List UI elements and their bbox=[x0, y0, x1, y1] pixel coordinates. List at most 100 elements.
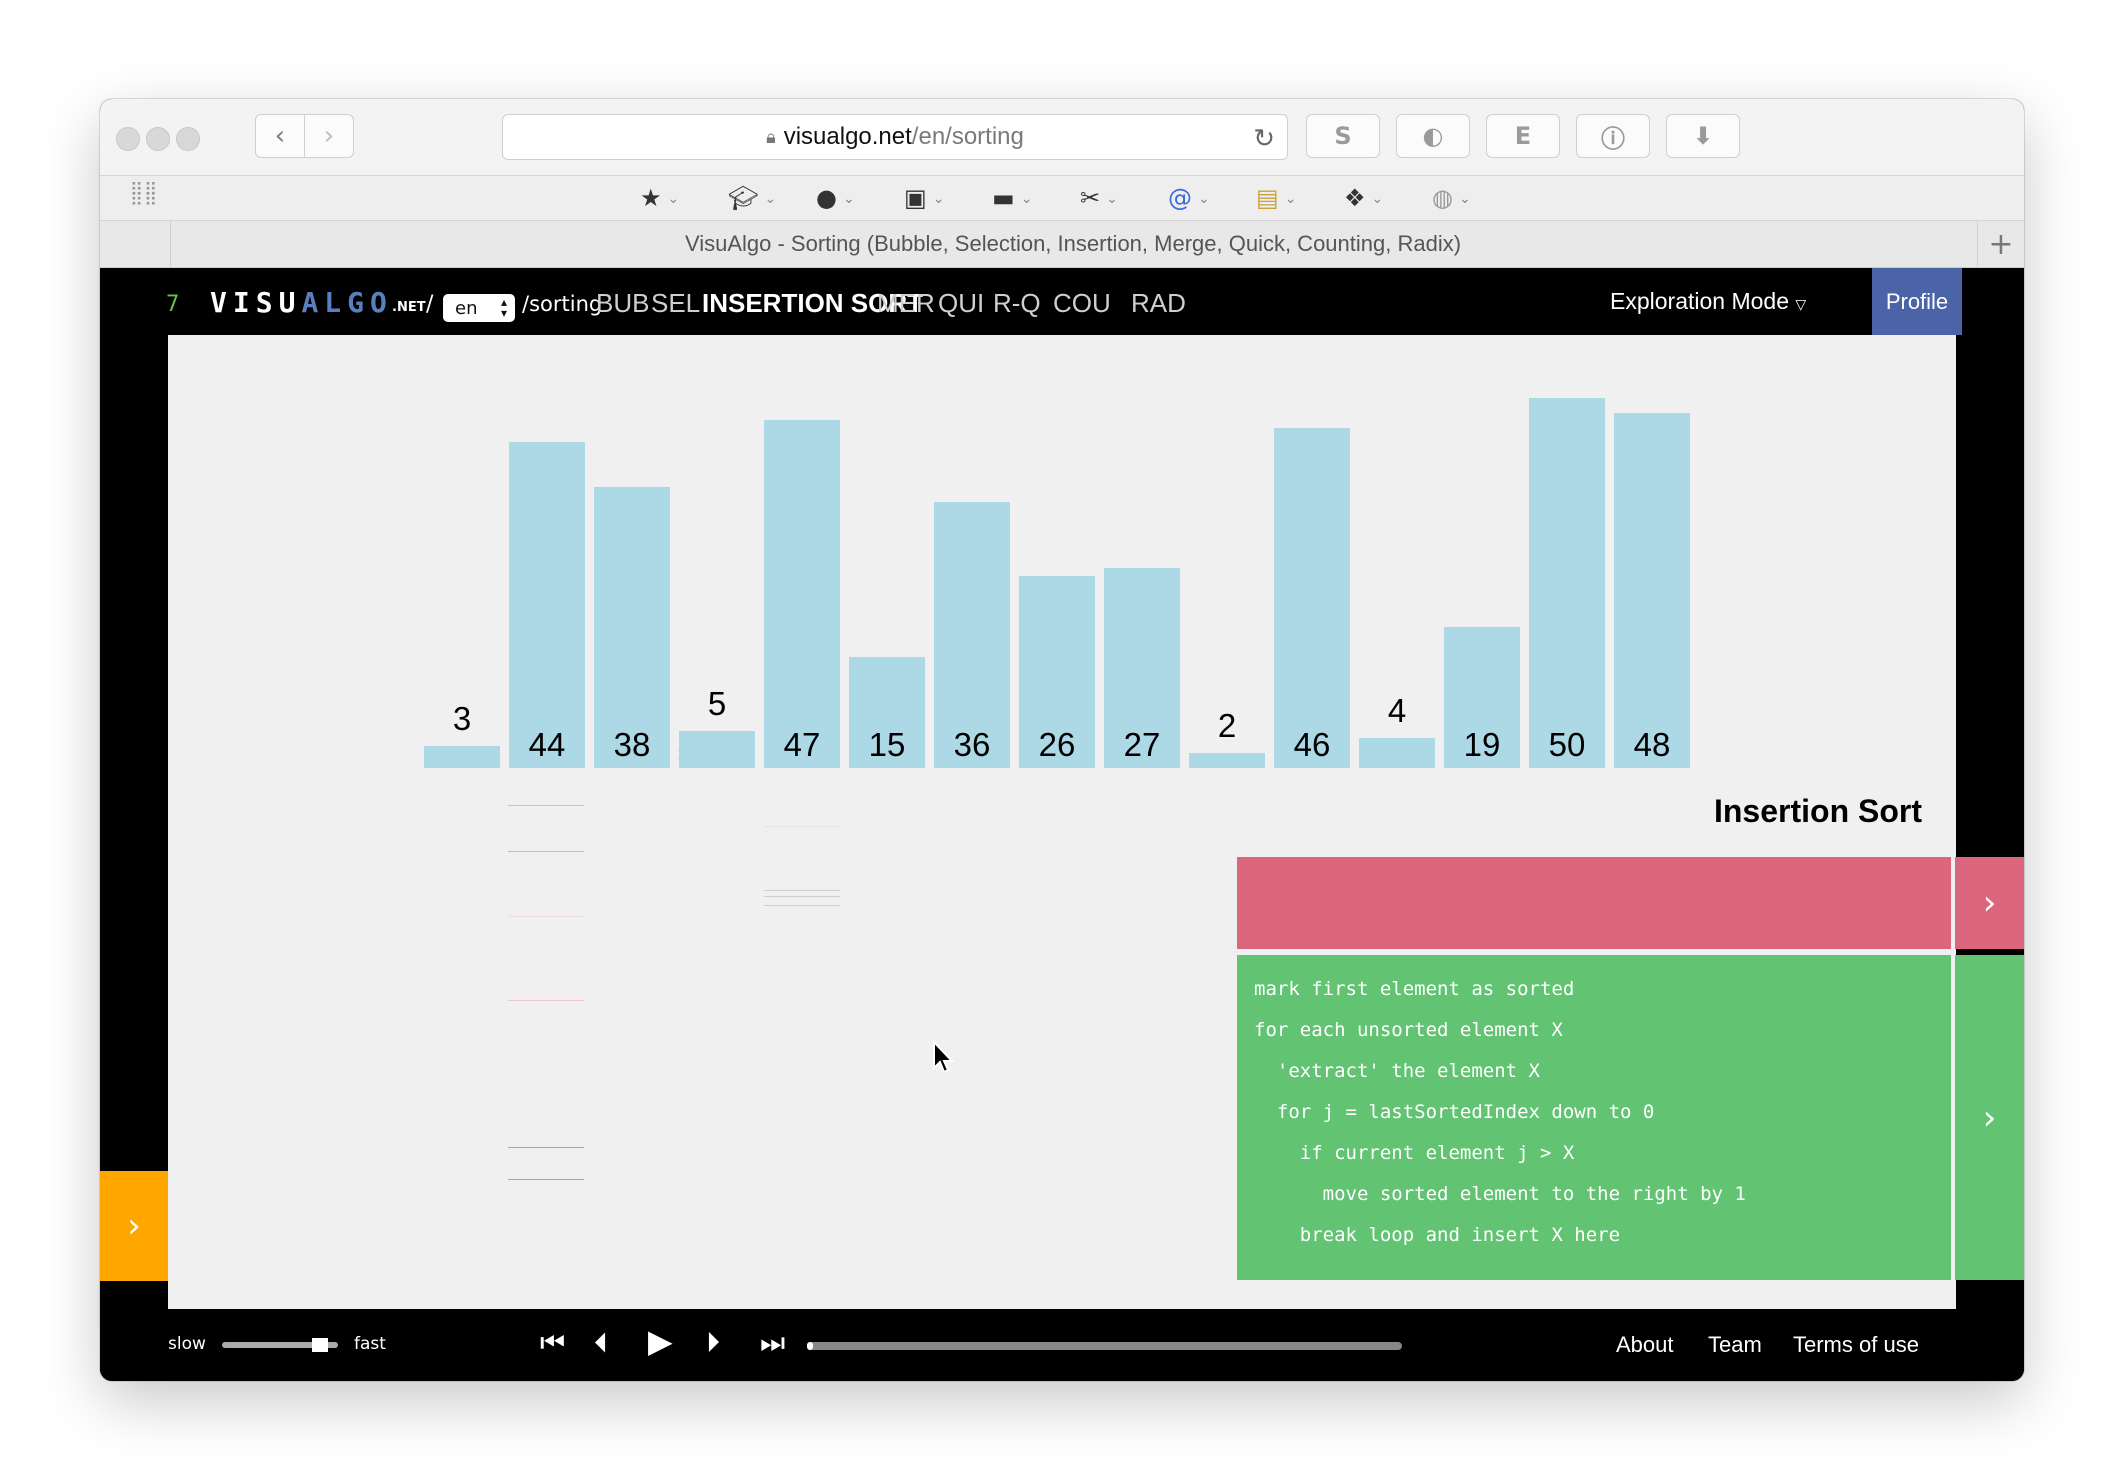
trail-line bbox=[764, 905, 840, 906]
array-bar bbox=[1614, 412, 1690, 768]
algorithm-title: Insertion Sort bbox=[1713, 793, 1922, 829]
back-button[interactable]: ‹ bbox=[255, 114, 305, 158]
array-bar-label: 36 bbox=[953, 726, 991, 763]
profile-button[interactable]: Profile bbox=[1872, 268, 1962, 335]
code-line: if current element j > X bbox=[1254, 1142, 1575, 1164]
site-logo[interactable]: VISUALGO bbox=[210, 286, 393, 319]
trail-line bbox=[508, 805, 584, 806]
terms-link[interactable]: Terms of use bbox=[1793, 1332, 1919, 1358]
progress-fill bbox=[807, 1342, 813, 1350]
status-toggle-button[interactable]: › bbox=[1955, 857, 2024, 949]
select-arrows-icon: ▴ ▾ bbox=[500, 295, 507, 320]
step-forward-icon[interactable]: ⏵ bbox=[706, 1326, 720, 1360]
briefcase-icon[interactable]: ▣ ⌄ bbox=[904, 184, 944, 212]
top-navigation: 7 VISUALGO .NET / en ▴ ▾ /sorting BUB SEL … bbox=[100, 268, 2024, 335]
progress-slider[interactable] bbox=[807, 1342, 1402, 1350]
array-bar-label: 47 bbox=[783, 726, 821, 763]
speed-slider-handle[interactable] bbox=[312, 1338, 328, 1352]
array-bar-label: 27 bbox=[1123, 726, 1161, 763]
lock-bag-icon[interactable]: ▤ ⌄ bbox=[1256, 184, 1296, 212]
trail-line bbox=[508, 1000, 584, 1001]
side-menu-toggle[interactable]: › bbox=[100, 1171, 168, 1281]
nav-link-cou[interactable]: COU bbox=[1053, 288, 1111, 319]
forward-button[interactable]: › bbox=[304, 114, 354, 158]
laptop-icon[interactable]: ▬ ⌄ bbox=[992, 184, 1032, 212]
go-to-start-icon[interactable]: ⏮ bbox=[540, 1326, 565, 1360]
pseudocode-panel: mark first element as sorted for each un… bbox=[1237, 955, 1951, 1280]
tab-bar: VisuAlgo - Sorting (Bubble, Selection, I… bbox=[100, 221, 2024, 268]
trail-line bbox=[764, 896, 840, 897]
pseudocode-toggle-button[interactable]: › bbox=[1955, 955, 2024, 1280]
caret-down-icon: ▽ bbox=[1795, 296, 1807, 312]
chevron-right-icon: › bbox=[127, 1206, 141, 1246]
logo-net-suffix: .NET bbox=[392, 300, 426, 315]
version-badge: 7 bbox=[166, 292, 180, 317]
spiral-icon[interactable]: @ ⌄ bbox=[1168, 184, 1210, 212]
new-tab-button[interactable]: + bbox=[1977, 221, 2024, 267]
close-window-button[interactable] bbox=[116, 127, 140, 151]
about-link[interactable]: About bbox=[1616, 1332, 1674, 1358]
array-bar-label: 2 bbox=[1217, 707, 1237, 745]
nav-link-qui[interactable]: QUI bbox=[938, 288, 984, 319]
array-bar-label: 15 bbox=[868, 726, 906, 763]
mode-dropdown[interactable]: Exploration Mode ▽ bbox=[1610, 288, 1806, 315]
array-bar-label: 38 bbox=[613, 726, 651, 763]
extension-s-button[interactable]: S bbox=[1306, 114, 1380, 158]
mouse-cursor-icon bbox=[933, 1040, 955, 1074]
team-link[interactable]: Team bbox=[1708, 1332, 1762, 1358]
trail-line bbox=[764, 890, 840, 891]
array-bar bbox=[764, 420, 840, 768]
chevron-right-icon: › bbox=[323, 121, 335, 151]
code-line: 'extract' the element X bbox=[1254, 1060, 1540, 1082]
trail-line bbox=[508, 1147, 584, 1148]
array-bar-label: 5 bbox=[707, 685, 727, 722]
nav-link-mer[interactable]: MER bbox=[877, 288, 935, 319]
language-select[interactable]: en ▴ ▾ bbox=[443, 294, 515, 322]
status-panel bbox=[1237, 857, 1951, 949]
lock-icon: 🔒︎ bbox=[766, 126, 776, 147]
array-bar bbox=[679, 731, 755, 768]
playback-bar: slow fast ⏮ ⏴ ▶ ⏵ ⏭ About Team Terms of … bbox=[100, 1308, 2024, 1381]
array-bar-label: 44 bbox=[528, 726, 566, 763]
reload-icon[interactable]: ↻ bbox=[1253, 123, 1275, 154]
go-to-end-icon[interactable]: ⏭ bbox=[760, 1326, 785, 1360]
array-bar-label: 4 bbox=[1387, 692, 1407, 730]
array-bar bbox=[1189, 753, 1265, 768]
array-bar-label: 3 bbox=[452, 699, 472, 737]
array-bar-label: 48 bbox=[1633, 726, 1671, 763]
play-icon[interactable]: ▶ bbox=[648, 1322, 673, 1360]
extension-toggle-button[interactable]: ◐ bbox=[1396, 114, 1470, 158]
tab-spacer bbox=[100, 221, 171, 267]
extension-download-button[interactable]: ⬇ bbox=[1666, 114, 1740, 158]
tab-title[interactable]: VisuAlgo - Sorting (Bubble, Selection, I… bbox=[170, 221, 1976, 267]
step-back-icon[interactable]: ⏴ bbox=[594, 1326, 608, 1360]
zoom-window-button[interactable] bbox=[176, 127, 200, 151]
nav-link-r-q[interactable]: R-Q bbox=[993, 288, 1041, 319]
code-line: for each unsorted element X bbox=[1254, 1019, 1563, 1041]
extension-evernote-button[interactable]: E bbox=[1486, 114, 1560, 158]
address-bar[interactable]: 🔒︎ visualgo.net/en/sorting ↻ bbox=[502, 114, 1288, 160]
code-line: move sorted element to the right by 1 bbox=[1254, 1183, 1746, 1205]
minimize-window-button[interactable] bbox=[146, 127, 170, 151]
page-path: /sorting bbox=[522, 292, 603, 316]
extension-info-button[interactable]: ⓘ bbox=[1576, 114, 1650, 158]
chevron-right-icon: › bbox=[1982, 1097, 1997, 1138]
trail-line bbox=[508, 851, 584, 852]
code-line: mark first element as sorted bbox=[1254, 978, 1575, 1000]
array-bar-label: 50 bbox=[1548, 726, 1586, 763]
array-bar bbox=[1274, 427, 1350, 768]
array-bar bbox=[1359, 738, 1435, 768]
crystal-ball-icon[interactable]: ● ⌄ bbox=[816, 184, 855, 212]
nav-link-bub[interactable]: BUB bbox=[596, 288, 649, 319]
chevron-right-icon: › bbox=[1982, 883, 1997, 923]
nav-link-sel[interactable]: SEL bbox=[651, 288, 700, 319]
star-icon[interactable]: ★ ⌄ bbox=[640, 184, 679, 212]
nav-link-rad[interactable]: RAD bbox=[1131, 288, 1186, 319]
code-line: for j = lastSortedIndex down to 0 bbox=[1254, 1101, 1655, 1123]
plate-icon[interactable]: ◍ ⌄ bbox=[1432, 184, 1471, 212]
graduation-cap-icon[interactable]: 🎓︎ ⌄ bbox=[728, 184, 776, 212]
code-line: break loop and insert X here bbox=[1254, 1224, 1621, 1246]
grid-icon[interactable]: ⠿⠿ ⠿⠿ bbox=[130, 182, 160, 210]
tools-icon[interactable]: ✂ ⌄ bbox=[1080, 184, 1118, 212]
paw-icon[interactable]: ❖ ⌄ bbox=[1344, 184, 1383, 212]
